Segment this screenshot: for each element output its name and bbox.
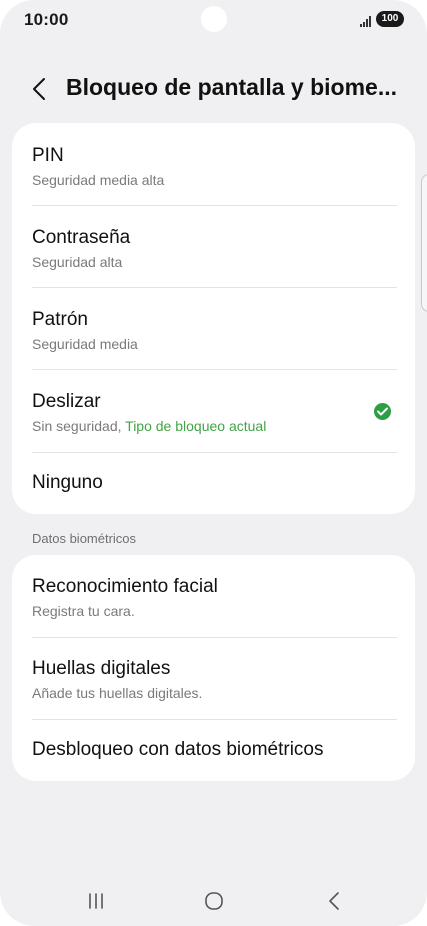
home-button[interactable]	[194, 888, 234, 914]
option-title: Desbloqueo con datos biométricos	[32, 739, 324, 760]
lock-option-swipe[interactable]: Deslizar Sin seguridad, Tipo de bloqueo …	[12, 391, 415, 435]
option-title: Ninguno	[32, 472, 103, 493]
home-icon	[205, 892, 223, 910]
lock-option-password[interactable]: Contraseña Seguridad alta	[12, 227, 415, 271]
option-subtitle: Seguridad media	[32, 336, 138, 352]
option-title: Deslizar	[32, 391, 101, 412]
front-camera	[201, 6, 227, 32]
section-label-biometrics: Datos biométricos	[32, 531, 137, 546]
subtitle-security: Sin seguridad,	[32, 418, 122, 434]
option-subtitle: Registra tu cara.	[32, 603, 135, 619]
recent-apps-icon	[89, 893, 103, 909]
option-subtitle: Seguridad alta	[32, 254, 123, 270]
lock-option-none[interactable]: Ninguno	[12, 472, 415, 494]
divider	[32, 369, 397, 370]
phone-screen: 10:00 100 Bloqueo de pantalla y biome...…	[0, 0, 427, 926]
lock-option-pattern[interactable]: Patrón Seguridad media	[12, 309, 415, 353]
recent-apps-button[interactable]	[76, 888, 116, 914]
back-button[interactable]	[22, 72, 56, 106]
divider	[32, 205, 397, 206]
back-icon	[329, 892, 339, 910]
app-header: Bloqueo de pantalla y biome...	[0, 66, 427, 112]
option-title: PIN	[32, 145, 64, 166]
status-time: 10:00	[24, 10, 69, 29]
scroll-handle[interactable]	[421, 174, 427, 312]
lock-type-card: PIN Seguridad media alta Contraseña Segu…	[12, 123, 415, 514]
option-subtitle: Seguridad media alta	[32, 172, 165, 188]
option-title: Contraseña	[32, 227, 131, 248]
lock-option-pin[interactable]: PIN Seguridad media alta	[12, 145, 415, 189]
signal-icon	[360, 15, 372, 27]
option-title: Patrón	[32, 309, 88, 330]
divider	[32, 452, 397, 453]
option-title: Huellas digitales	[32, 658, 171, 679]
option-subtitle: Añade tus huellas digitales.	[32, 685, 203, 701]
biometric-unlock[interactable]: Desbloqueo con datos biométricos	[12, 739, 415, 761]
nav-back-button[interactable]	[314, 888, 354, 914]
option-subtitle: Sin seguridad, Tipo de bloqueo actual	[32, 417, 415, 435]
divider	[32, 287, 397, 288]
biometric-fingerprints[interactable]: Huellas digitales Añade tus huellas digi…	[12, 658, 415, 702]
option-title: Reconocimiento facial	[32, 576, 218, 597]
divider	[32, 719, 397, 720]
biometric-face-recognition[interactable]: Reconocimiento facial Registra tu cara.	[12, 576, 415, 620]
current-lock-label: Tipo de bloqueo actual	[125, 418, 267, 434]
status-bar: 10:00 100	[0, 0, 427, 40]
battery-icon: 100	[376, 11, 404, 27]
page-title: Bloqueo de pantalla y biome...	[66, 74, 397, 100]
divider	[32, 637, 397, 638]
selected-check-icon	[374, 403, 391, 420]
navigation-bar	[0, 880, 427, 920]
biometrics-card: Reconocimiento facial Registra tu cara. …	[12, 555, 415, 781]
chevron-left-icon	[33, 78, 45, 100]
